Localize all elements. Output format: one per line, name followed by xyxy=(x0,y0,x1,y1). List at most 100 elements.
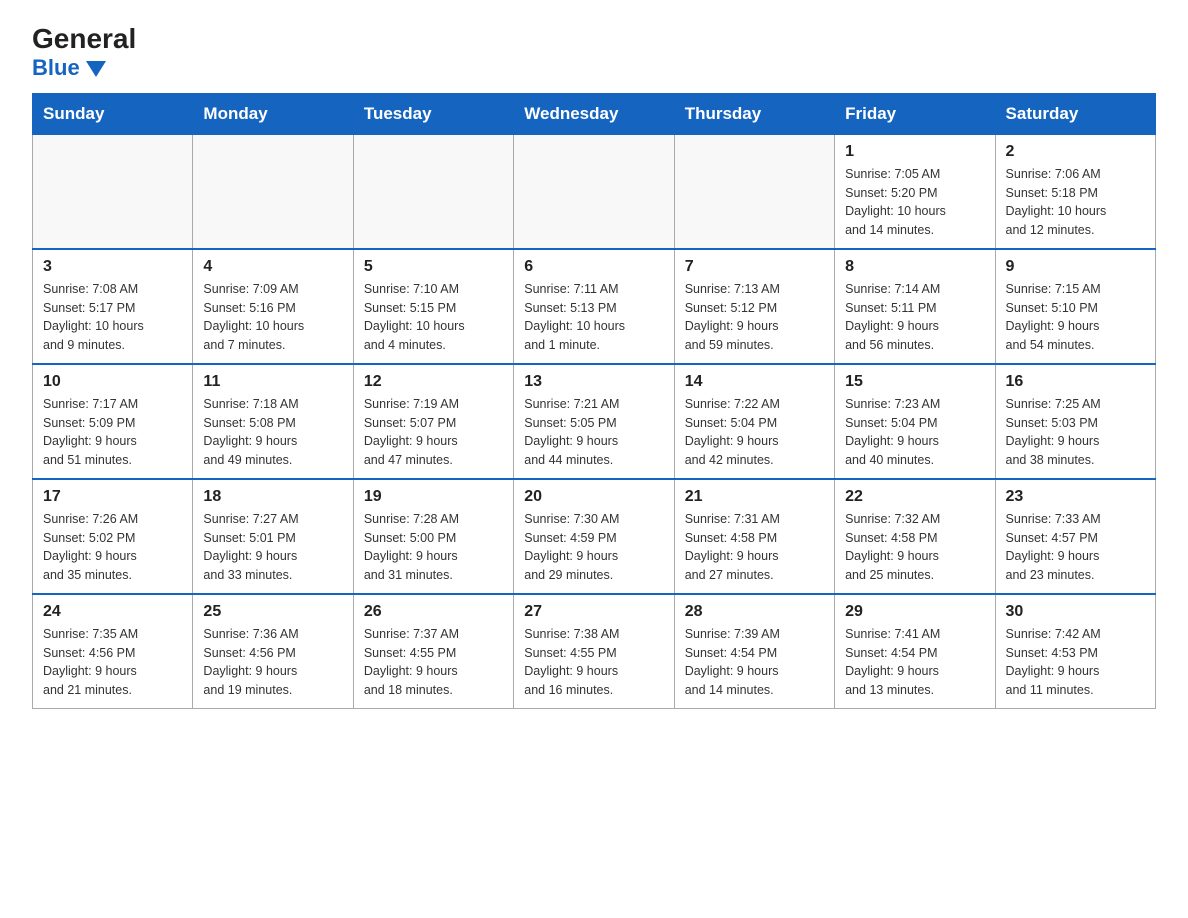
day-number: 6 xyxy=(524,258,663,276)
day-number: 30 xyxy=(1006,603,1145,621)
calendar-cell: 13 Sunrise: 7:21 AM Sunset: 5:05 PM Dayli… xyxy=(514,364,674,479)
day-info: Sunrise: 7:18 AM Sunset: 5:08 PM Dayligh… xyxy=(203,395,342,470)
day-number: 12 xyxy=(364,373,503,391)
day-number: 25 xyxy=(203,603,342,621)
day-info: Sunrise: 7:35 AM Sunset: 4:56 PM Dayligh… xyxy=(43,625,182,700)
day-number: 21 xyxy=(685,488,824,506)
calendar-cell: 6 Sunrise: 7:11 AM Sunset: 5:13 PM Daylig… xyxy=(514,249,674,364)
day-number: 22 xyxy=(845,488,984,506)
day-info: Sunrise: 7:08 AM Sunset: 5:17 PM Dayligh… xyxy=(43,280,182,355)
calendar-cell: 28 Sunrise: 7:39 AM Sunset: 4:54 PM Dayli… xyxy=(674,594,834,709)
day-info: Sunrise: 7:21 AM Sunset: 5:05 PM Dayligh… xyxy=(524,395,663,470)
day-number: 3 xyxy=(43,258,182,276)
day-number: 29 xyxy=(845,603,984,621)
calendar-cell: 25 Sunrise: 7:36 AM Sunset: 4:56 PM Dayli… xyxy=(193,594,353,709)
day-info: Sunrise: 7:31 AM Sunset: 4:58 PM Dayligh… xyxy=(685,510,824,585)
day-info: Sunrise: 7:09 AM Sunset: 5:16 PM Dayligh… xyxy=(203,280,342,355)
day-number: 19 xyxy=(364,488,503,506)
calendar-cell: 17Sunrise: 7:26 AM Sunset: 5:02 PM Dayli… xyxy=(33,479,193,594)
calendar-cell: 21 Sunrise: 7:31 AM Sunset: 4:58 PM Dayli… xyxy=(674,479,834,594)
column-header-tuesday: Tuesday xyxy=(353,93,513,134)
calendar-cell: 4 Sunrise: 7:09 AM Sunset: 5:16 PM Daylig… xyxy=(193,249,353,364)
day-number: 15 xyxy=(845,373,984,391)
calendar-cell: 14 Sunrise: 7:22 AM Sunset: 5:04 PM Dayli… xyxy=(674,364,834,479)
day-info: Sunrise: 7:36 AM Sunset: 4:56 PM Dayligh… xyxy=(203,625,342,700)
calendar-cell: 2 Sunrise: 7:06 AM Sunset: 5:18 PM Daylig… xyxy=(995,134,1155,249)
column-header-saturday: Saturday xyxy=(995,93,1155,134)
day-number: 1 xyxy=(845,143,984,161)
column-header-wednesday: Wednesday xyxy=(514,93,674,134)
calendar-cell: 18 Sunrise: 7:27 AM Sunset: 5:01 PM Dayli… xyxy=(193,479,353,594)
day-info: Sunrise: 7:14 AM Sunset: 5:11 PM Dayligh… xyxy=(845,280,984,355)
logo: General Blue xyxy=(32,24,136,81)
page-header: General Blue xyxy=(32,24,1156,81)
calendar-cell: 22 Sunrise: 7:32 AM Sunset: 4:58 PM Dayli… xyxy=(835,479,995,594)
calendar-cell: 27 Sunrise: 7:38 AM Sunset: 4:55 PM Dayli… xyxy=(514,594,674,709)
calendar-cell: 19 Sunrise: 7:28 AM Sunset: 5:00 PM Dayli… xyxy=(353,479,513,594)
column-header-thursday: Thursday xyxy=(674,93,834,134)
day-info: Sunrise: 7:10 AM Sunset: 5:15 PM Dayligh… xyxy=(364,280,503,355)
day-info: Sunrise: 7:38 AM Sunset: 4:55 PM Dayligh… xyxy=(524,625,663,700)
day-info: Sunrise: 7:33 AM Sunset: 4:57 PM Dayligh… xyxy=(1006,510,1145,585)
day-info: Sunrise: 7:05 AM Sunset: 5:20 PM Dayligh… xyxy=(845,165,984,240)
calendar-cell: 29 Sunrise: 7:41 AM Sunset: 4:54 PM Dayli… xyxy=(835,594,995,709)
calendar-cell xyxy=(674,134,834,249)
day-number: 4 xyxy=(203,258,342,276)
day-info: Sunrise: 7:41 AM Sunset: 4:54 PM Dayligh… xyxy=(845,625,984,700)
calendar-cell: 5 Sunrise: 7:10 AM Sunset: 5:15 PM Daylig… xyxy=(353,249,513,364)
calendar-week-row: 17Sunrise: 7:26 AM Sunset: 5:02 PM Dayli… xyxy=(33,479,1156,594)
day-number: 11 xyxy=(203,373,342,391)
day-info: Sunrise: 7:39 AM Sunset: 4:54 PM Dayligh… xyxy=(685,625,824,700)
calendar-cell: 9 Sunrise: 7:15 AM Sunset: 5:10 PM Daylig… xyxy=(995,249,1155,364)
logo-general-text: General xyxy=(32,24,136,55)
calendar-cell: 11 Sunrise: 7:18 AM Sunset: 5:08 PM Dayli… xyxy=(193,364,353,479)
day-number: 7 xyxy=(685,258,824,276)
calendar-cell xyxy=(193,134,353,249)
logo-blue-text: Blue xyxy=(32,55,106,81)
column-header-sunday: Sunday xyxy=(33,93,193,134)
day-number: 16 xyxy=(1006,373,1145,391)
day-info: Sunrise: 7:11 AM Sunset: 5:13 PM Dayligh… xyxy=(524,280,663,355)
calendar-cell: 8Sunrise: 7:14 AM Sunset: 5:11 PM Daylig… xyxy=(835,249,995,364)
day-number: 20 xyxy=(524,488,663,506)
column-header-monday: Monday xyxy=(193,93,353,134)
column-header-friday: Friday xyxy=(835,93,995,134)
calendar-cell xyxy=(353,134,513,249)
calendar-week-row: 1 Sunrise: 7:05 AM Sunset: 5:20 PM Daylig… xyxy=(33,134,1156,249)
calendar-week-row: 10Sunrise: 7:17 AM Sunset: 5:09 PM Dayli… xyxy=(33,364,1156,479)
calendar-week-row: 24 Sunrise: 7:35 AM Sunset: 4:56 PM Dayli… xyxy=(33,594,1156,709)
calendar-cell: 20 Sunrise: 7:30 AM Sunset: 4:59 PM Dayli… xyxy=(514,479,674,594)
day-info: Sunrise: 7:22 AM Sunset: 5:04 PM Dayligh… xyxy=(685,395,824,470)
day-number: 17 xyxy=(43,488,182,506)
day-info: Sunrise: 7:28 AM Sunset: 5:00 PM Dayligh… xyxy=(364,510,503,585)
day-number: 27 xyxy=(524,603,663,621)
day-number: 24 xyxy=(43,603,182,621)
logo-blue-label: Blue xyxy=(32,55,80,81)
calendar-week-row: 3 Sunrise: 7:08 AM Sunset: 5:17 PM Daylig… xyxy=(33,249,1156,364)
day-number: 18 xyxy=(203,488,342,506)
day-info: Sunrise: 7:42 AM Sunset: 4:53 PM Dayligh… xyxy=(1006,625,1145,700)
calendar-cell xyxy=(514,134,674,249)
day-number: 5 xyxy=(364,258,503,276)
day-info: Sunrise: 7:06 AM Sunset: 5:18 PM Dayligh… xyxy=(1006,165,1145,240)
calendar-cell: 3 Sunrise: 7:08 AM Sunset: 5:17 PM Daylig… xyxy=(33,249,193,364)
day-number: 10 xyxy=(43,373,182,391)
calendar-cell xyxy=(33,134,193,249)
day-info: Sunrise: 7:32 AM Sunset: 4:58 PM Dayligh… xyxy=(845,510,984,585)
day-info: Sunrise: 7:13 AM Sunset: 5:12 PM Dayligh… xyxy=(685,280,824,355)
calendar-cell: 23Sunrise: 7:33 AM Sunset: 4:57 PM Dayli… xyxy=(995,479,1155,594)
day-number: 9 xyxy=(1006,258,1145,276)
calendar-cell: 10Sunrise: 7:17 AM Sunset: 5:09 PM Dayli… xyxy=(33,364,193,479)
day-number: 13 xyxy=(524,373,663,391)
day-number: 26 xyxy=(364,603,503,621)
calendar-cell: 12Sunrise: 7:19 AM Sunset: 5:07 PM Dayli… xyxy=(353,364,513,479)
day-number: 2 xyxy=(1006,143,1145,161)
day-info: Sunrise: 7:23 AM Sunset: 5:04 PM Dayligh… xyxy=(845,395,984,470)
day-number: 28 xyxy=(685,603,824,621)
day-info: Sunrise: 7:27 AM Sunset: 5:01 PM Dayligh… xyxy=(203,510,342,585)
day-info: Sunrise: 7:30 AM Sunset: 4:59 PM Dayligh… xyxy=(524,510,663,585)
day-info: Sunrise: 7:15 AM Sunset: 5:10 PM Dayligh… xyxy=(1006,280,1145,355)
day-info: Sunrise: 7:25 AM Sunset: 5:03 PM Dayligh… xyxy=(1006,395,1145,470)
day-info: Sunrise: 7:37 AM Sunset: 4:55 PM Dayligh… xyxy=(364,625,503,700)
day-number: 14 xyxy=(685,373,824,391)
